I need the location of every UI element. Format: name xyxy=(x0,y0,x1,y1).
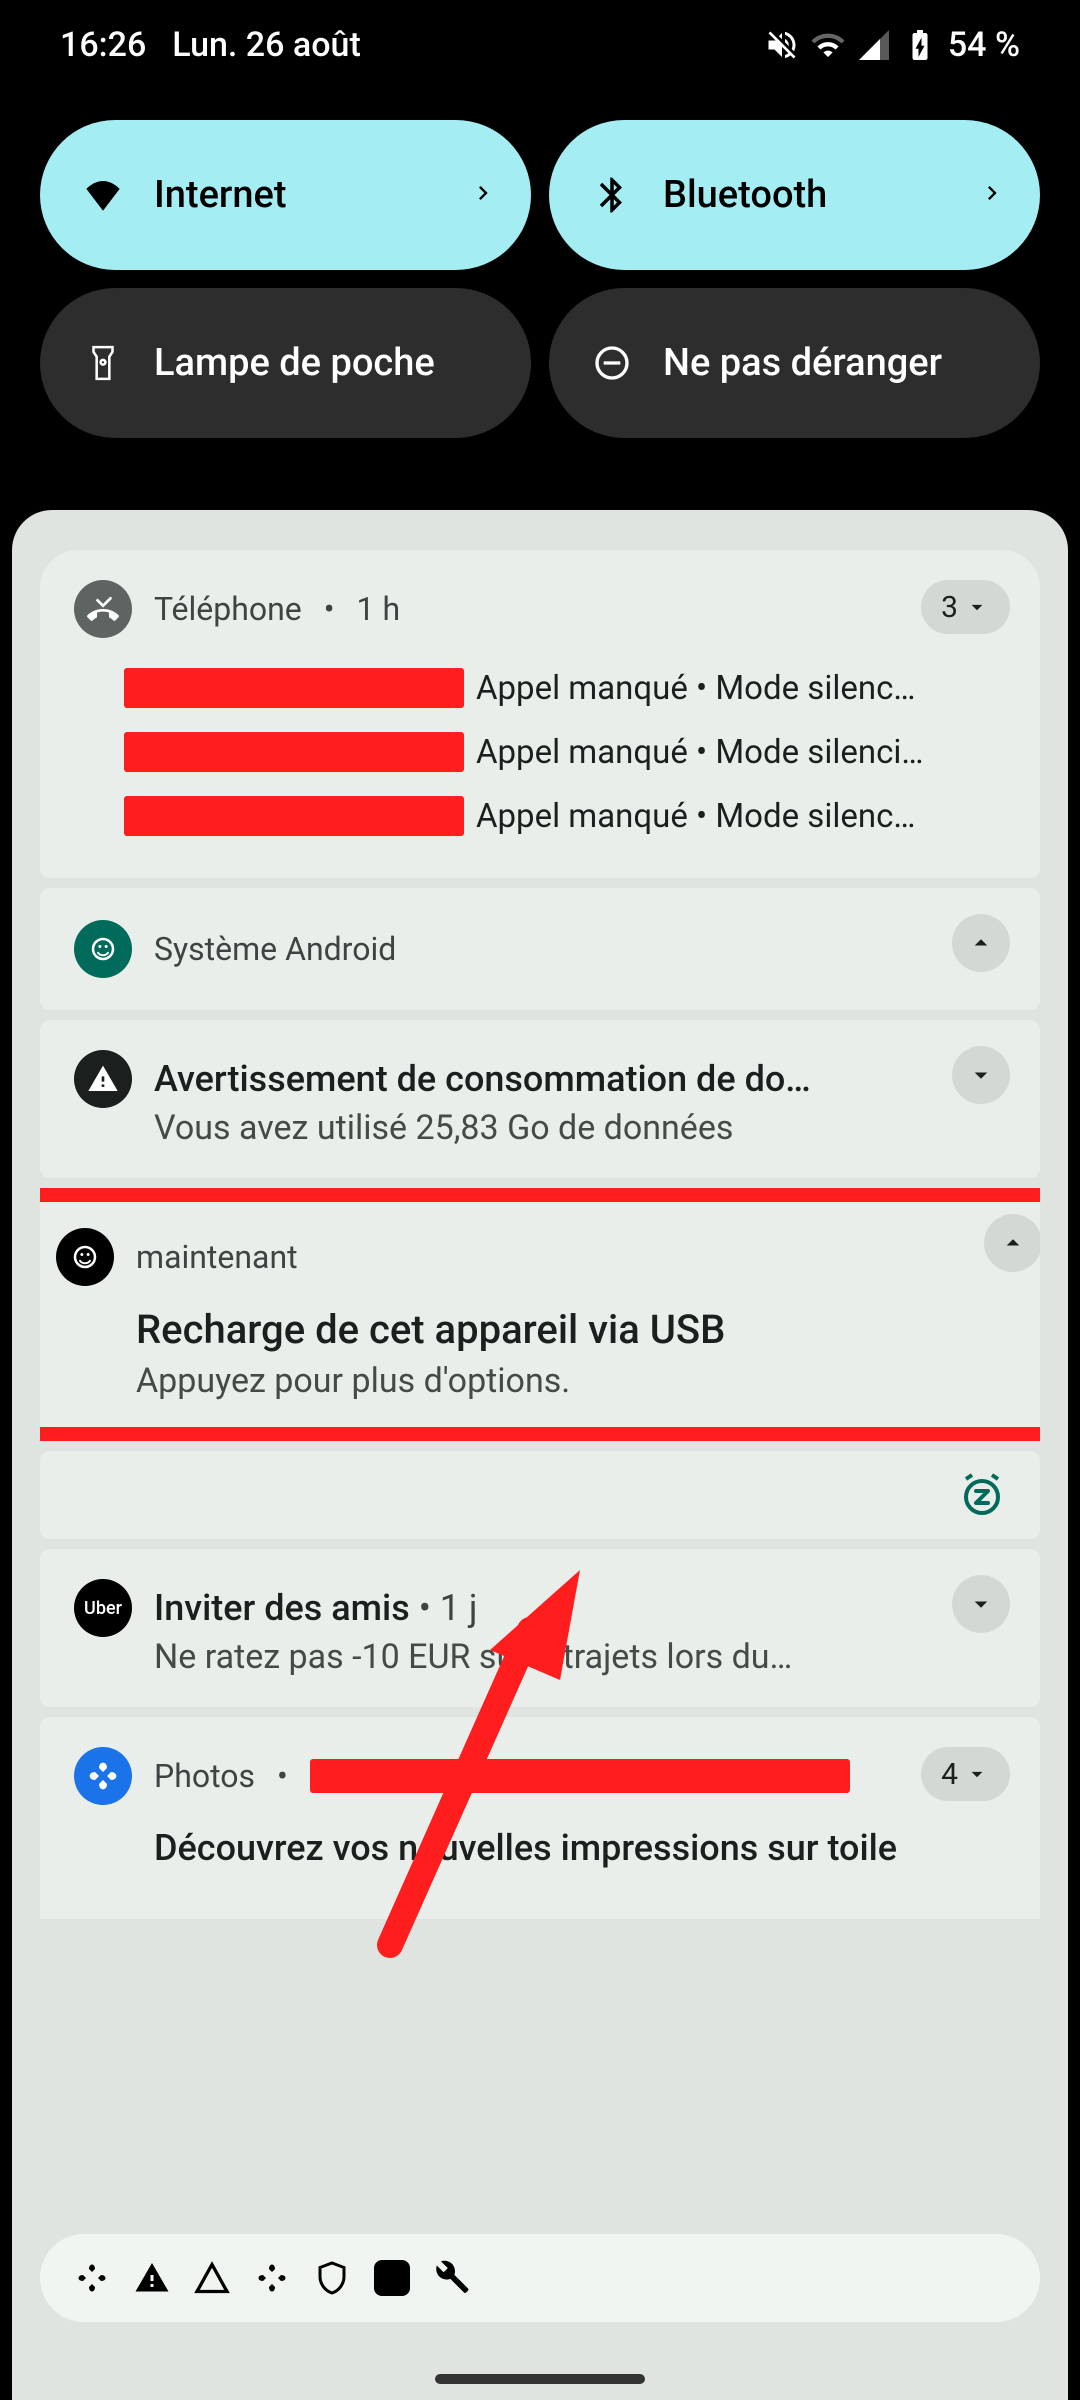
uber-icon: Uber xyxy=(74,1579,132,1637)
expand-button[interactable] xyxy=(952,1046,1010,1104)
warning-mini-icon xyxy=(134,2260,170,2296)
redacted-account xyxy=(310,1759,850,1793)
triangle-outline-icon xyxy=(194,2260,230,2296)
android-system-icon xyxy=(74,920,132,978)
notification-data-warning[interactable]: Avertissement de consommation de do… Vou… xyxy=(40,1020,1040,1178)
qs-internet-label: Internet xyxy=(154,173,287,217)
qs-bluetooth[interactable]: Bluetooth xyxy=(549,120,1040,270)
chevron-down-icon xyxy=(966,1589,996,1619)
qs-dnd-label: Ne pas déranger xyxy=(663,341,942,385)
mute-icon xyxy=(764,27,800,63)
photos-count-badge[interactable]: 4 xyxy=(921,1747,1010,1801)
notification-age: maintenant xyxy=(136,1238,298,1276)
silent-notifications-tray[interactable] xyxy=(40,2234,1040,2322)
alarm-snooze-icon xyxy=(958,1471,1006,1519)
flashlight-icon xyxy=(82,342,124,384)
photos-mini-icon xyxy=(254,2260,290,2296)
wrench-mini-icon xyxy=(434,2260,470,2296)
wear-mini-icon xyxy=(374,2260,410,2296)
missed-call-row: Appel manqué • Mode silenc… xyxy=(124,784,1006,848)
photos-icon xyxy=(74,1747,132,1805)
highlight-annotation: maintenant Recharge de cet appareil via … xyxy=(40,1188,1040,1441)
notification-title: Avertissement de consommation de do… xyxy=(154,1058,1006,1100)
photos-mini-icon xyxy=(74,2260,110,2296)
chevron-up-icon xyxy=(998,1228,1028,1258)
phone-missed-icon xyxy=(74,580,132,638)
qs-dnd[interactable]: Ne pas déranger xyxy=(549,288,1040,438)
status-icons: 54 % xyxy=(764,25,1020,65)
notification-photos[interactable]: Photos • 4 Découvrez vos nouvelles impre… xyxy=(40,1717,1040,1919)
status-date: Lun. 26 août xyxy=(172,25,361,65)
qs-bluetooth-label: Bluetooth xyxy=(663,173,827,217)
notification-age: 1 h xyxy=(357,590,401,628)
chevron-down-icon xyxy=(964,1761,990,1787)
collapse-button[interactable] xyxy=(952,914,1010,972)
status-bar: 16:26 Lun. 26 août 54 % xyxy=(0,0,1080,90)
status-battery-pct: 54 % xyxy=(948,25,1020,65)
quick-settings: Internet Bluetooth Lampe de poche Ne pas… xyxy=(0,90,1080,478)
battery-charging-icon xyxy=(902,27,938,63)
notification-android-system-header[interactable]: Système Android xyxy=(40,888,1040,1010)
qs-internet[interactable]: Internet xyxy=(40,120,531,270)
missed-call-row: Appel manqué • Mode silenci… xyxy=(124,720,1006,784)
qs-flashlight[interactable]: Lampe de poche xyxy=(40,288,531,438)
notification-title: Recharge de cet appareil via USB xyxy=(136,1306,1038,1353)
chevron-right-icon xyxy=(469,173,497,217)
redacted-caller xyxy=(124,796,464,836)
missed-call-row: Appel manqué • Mode silenc… xyxy=(124,656,1006,720)
shield-mini-icon xyxy=(314,2260,350,2296)
redacted-caller xyxy=(124,732,464,772)
notification-phone[interactable]: Téléphone • 1 h 3 Appel manqué • Mode si… xyxy=(40,550,1040,878)
expand-button[interactable] xyxy=(952,1575,1010,1633)
notification-subtext: Ne ratez pas -10 EUR sur 5 trajets lors … xyxy=(154,1629,1006,1677)
notification-title: Inviter des amis • 1 j xyxy=(154,1587,1006,1629)
warning-icon xyxy=(74,1050,132,1108)
notification-usb-charging[interactable]: maintenant Recharge de cet appareil via … xyxy=(40,1188,1040,1441)
notification-app-name: Photos xyxy=(154,1757,255,1795)
gesture-home-handle[interactable] xyxy=(435,2374,645,2384)
signal-icon xyxy=(856,27,892,63)
dnd-icon xyxy=(591,342,633,384)
notification-title: Découvrez vos nouvelles impressions sur … xyxy=(154,1827,1006,1869)
notification-alarm[interactable] xyxy=(40,1451,1040,1539)
chevron-down-icon xyxy=(966,1060,996,1090)
notification-uber[interactable]: Uber Inviter des amis • 1 j Ne ratez pas… xyxy=(40,1549,1040,1707)
android-system-icon xyxy=(56,1228,114,1286)
bluetooth-icon xyxy=(591,174,633,216)
chevron-up-icon xyxy=(966,928,996,958)
status-time: 16:26 xyxy=(60,25,146,65)
notification-app-name: Système Android xyxy=(154,930,396,968)
notification-subtext: Appuyez pour plus d'options. xyxy=(136,1353,1038,1401)
wifi-filled-icon xyxy=(82,174,124,216)
redacted-caller xyxy=(124,668,464,708)
notification-shade: Téléphone • 1 h 3 Appel manqué • Mode si… xyxy=(12,510,1068,2400)
chevron-right-icon xyxy=(978,173,1006,217)
wifi-icon xyxy=(810,27,846,63)
chevron-down-icon xyxy=(964,594,990,620)
qs-flashlight-label: Lampe de poche xyxy=(154,341,435,385)
collapse-button[interactable] xyxy=(984,1214,1040,1272)
notification-subtext: Vous avez utilisé 25,83 Go de données xyxy=(154,1100,1006,1148)
notification-app-name: Téléphone xyxy=(154,590,302,628)
phone-count-badge[interactable]: 3 xyxy=(921,580,1010,634)
